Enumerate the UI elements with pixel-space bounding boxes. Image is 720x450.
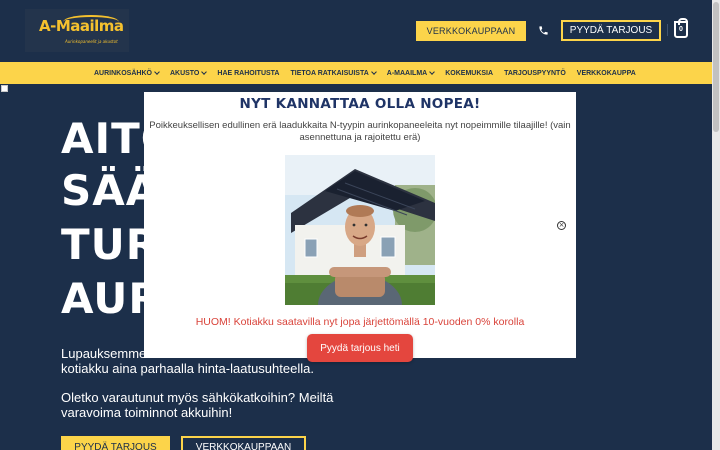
- popup-cta-button[interactable]: Pyydä tarjous heti: [307, 334, 413, 362]
- broken-image-icon: [1, 85, 8, 92]
- shop-button-hero[interactable]: VERKKOKAUPPAAN: [181, 436, 306, 450]
- nav-item-aurinkosahko[interactable]: AURINKOSÄHKÖ: [94, 69, 160, 77]
- scrollbar-thumb[interactable]: [713, 2, 719, 132]
- main-nav: AURINKOSÄHKÖ AKUSTO HAE RAHOITUSTA TIETO…: [0, 62, 712, 84]
- nav-label: HAE RAHOITUSTA: [217, 69, 280, 77]
- promo-popup: NYT KANNATTAA OLLA NOPEA! Poikkeuksellis…: [144, 92, 576, 358]
- site-header: A-Maailma Aurinkopaneelit ja akustot VER…: [0, 0, 712, 62]
- hero-paragraph-2-line-1: Oletko varautunut myös sähkökatkoihin? M…: [61, 390, 334, 405]
- popup-promo-text: HUOM! Kotiakku saatavilla nyt jopa järje…: [195, 316, 525, 328]
- popup-body: Poikkeuksellisen edullinen erä laadukkai…: [149, 120, 571, 143]
- nav-item-kokemuksia[interactable]: KOKEMUKSIA: [445, 70, 493, 77]
- chevron-down-icon: [370, 69, 377, 75]
- site-logo[interactable]: A-Maailma Aurinkopaneelit ja akustot: [25, 9, 129, 52]
- quote-button-header[interactable]: PYYDÄ TARJOUS: [561, 20, 661, 41]
- nav-item-a-maailma[interactable]: A-MAAILMA: [386, 69, 436, 77]
- nav-item-tietoa-ratkaisuista[interactable]: TIETOA RATKAISUISTA: [290, 69, 377, 77]
- chevron-down-icon: [154, 69, 160, 75]
- nav-label: VERKKOKAUPPA: [576, 69, 636, 77]
- chevron-down-icon: [429, 69, 436, 75]
- nav-label: AURINKOSÄHKÖ: [94, 69, 152, 77]
- nav-label: KOKEMUKSIA: [445, 69, 494, 77]
- close-icon[interactable]: ×: [557, 221, 566, 230]
- logo-title: A-Maailma: [39, 17, 124, 35]
- cart-icon[interactable]: 0: [674, 18, 688, 38]
- nav-label: AKUSTO: [169, 69, 200, 77]
- cart-count: 0: [679, 26, 683, 33]
- hero-paragraph-2-line-2: varavoima toiminnot akkuihin!: [61, 405, 233, 420]
- nav-item-verkkokauppa[interactable]: VERKKOKAUPPA: [577, 70, 636, 77]
- quote-button-hero[interactable]: PYYDÄ TARJOUS: [61, 436, 170, 450]
- popup-title: NYT KANNATTAA OLLA NOPEA!: [239, 96, 481, 112]
- popup-house-photo: [285, 155, 435, 305]
- phone-icon[interactable]: [538, 25, 549, 36]
- hero-paragraph-1-line-2: kotiakku aina parhaalla hinta-laatusuhte…: [61, 361, 314, 376]
- nav-item-tarjouspyynto[interactable]: TARJOUSPYYNTÖ: [504, 70, 566, 77]
- chevron-down-icon: [201, 69, 208, 75]
- house-photo-illustration: [285, 155, 435, 305]
- nav-label: A-MAAILMA: [386, 69, 428, 77]
- logo-tagline: Aurinkopaneelit ja akustot: [65, 39, 118, 44]
- nav-item-akusto[interactable]: AKUSTO: [169, 69, 208, 77]
- nav-label: TARJOUSPYYNTÖ: [504, 69, 566, 77]
- header-divider: [667, 24, 668, 36]
- nav-item-hae-rahoitusta[interactable]: HAE RAHOITUSTA: [217, 70, 279, 77]
- nav-label: TIETOA RATKAISUISTA: [290, 69, 369, 77]
- shop-button-header[interactable]: VERKKOKAUPPAAN: [416, 21, 526, 41]
